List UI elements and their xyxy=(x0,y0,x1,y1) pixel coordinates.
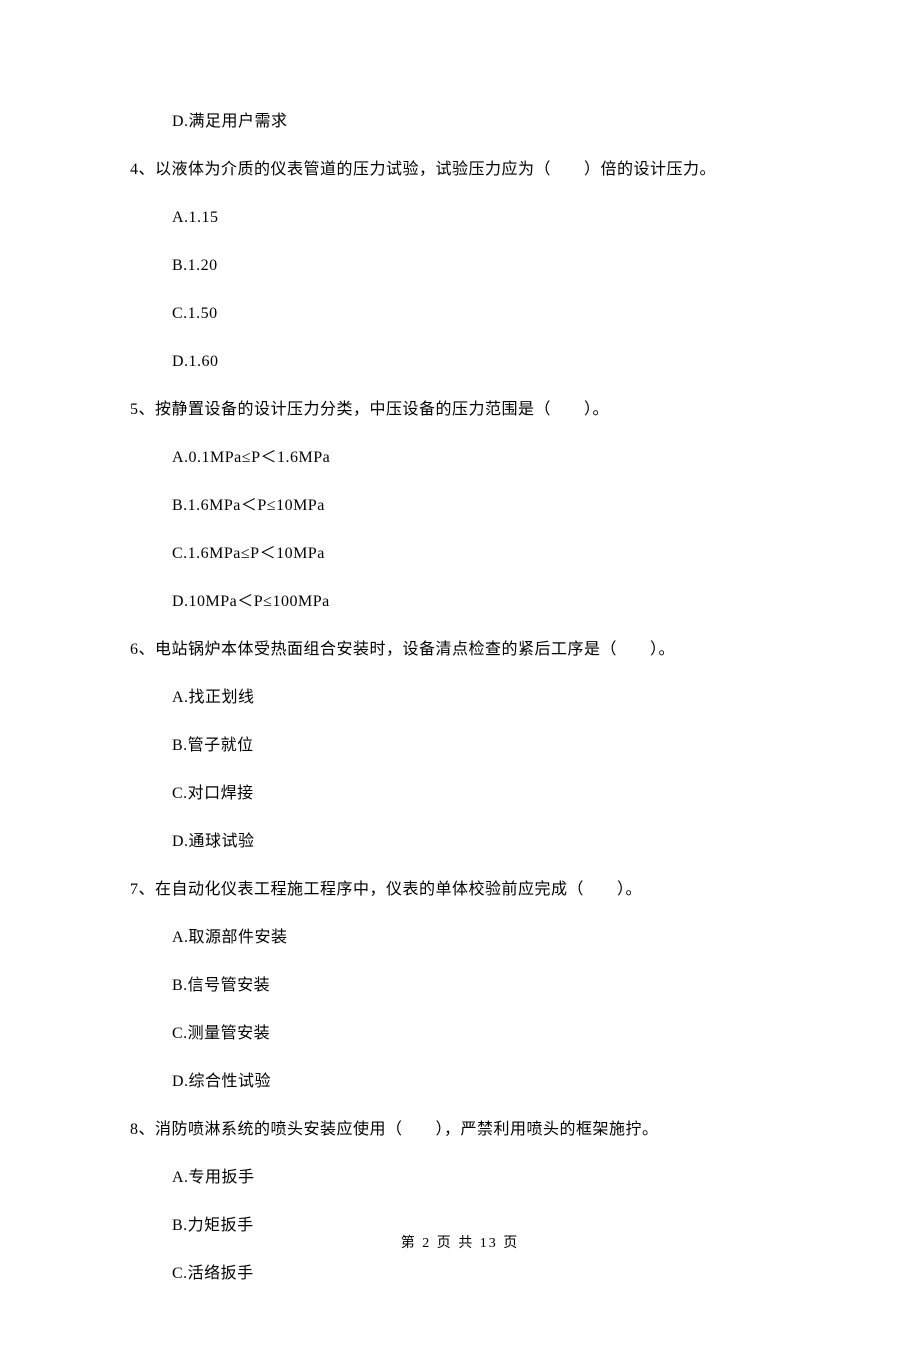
q4-stem: 4、以液体为介质的仪表管道的压力试验，试验压力应为（ ）倍的设计压力。 xyxy=(130,158,790,182)
q5-option-b: B.1.6MPa＜P≤10MPa xyxy=(172,494,790,518)
q5-stem: 5、按静置设备的设计压力分类，中压设备的压力范围是（ ）。 xyxy=(130,398,790,422)
q7-option-a: A.取源部件安装 xyxy=(172,926,790,950)
page-content: D.满足用户需求 4、以液体为介质的仪表管道的压力试验，试验压力应为（ ）倍的设… xyxy=(0,0,920,1370)
q6-option-c: C.对口焊接 xyxy=(172,782,790,806)
q6-option-d: D.通球试验 xyxy=(172,830,790,854)
q5-option-d: D.10MPa＜P≤100MPa xyxy=(172,590,790,614)
q5-option-c: C.1.6MPa≤P＜10MPa xyxy=(172,542,790,566)
q7-option-d: D.综合性试验 xyxy=(172,1070,790,1094)
q5-option-a: A.0.1MPa≤P＜1.6MPa xyxy=(172,446,790,470)
page-footer: 第 2 页 共 13 页 xyxy=(0,1233,920,1254)
q7-option-b: B.信号管安装 xyxy=(172,974,790,998)
q4-option-c: C.1.50 xyxy=(172,302,790,326)
q4-option-a: A.1.15 xyxy=(172,206,790,230)
q7-stem: 7、在自动化仪表工程施工程序中，仪表的单体校验前应完成（ ）。 xyxy=(130,878,790,902)
q7-option-c: C.测量管安装 xyxy=(172,1022,790,1046)
q8-option-c: C.活络扳手 xyxy=(172,1262,790,1286)
q3-option-d: D.满足用户需求 xyxy=(172,110,790,134)
q6-option-a: A.找正划线 xyxy=(172,686,790,710)
q6-stem: 6、电站锅炉本体受热面组合安装时，设备清点检查的紧后工序是（ ）。 xyxy=(130,638,790,662)
q6-option-b: B.管子就位 xyxy=(172,734,790,758)
q8-option-a: A.专用扳手 xyxy=(172,1166,790,1190)
q4-option-d: D.1.60 xyxy=(172,350,790,374)
q4-option-b: B.1.20 xyxy=(172,254,790,278)
q8-stem: 8、消防喷淋系统的喷头安装应使用（ ），严禁利用喷头的框架施拧。 xyxy=(130,1118,790,1142)
